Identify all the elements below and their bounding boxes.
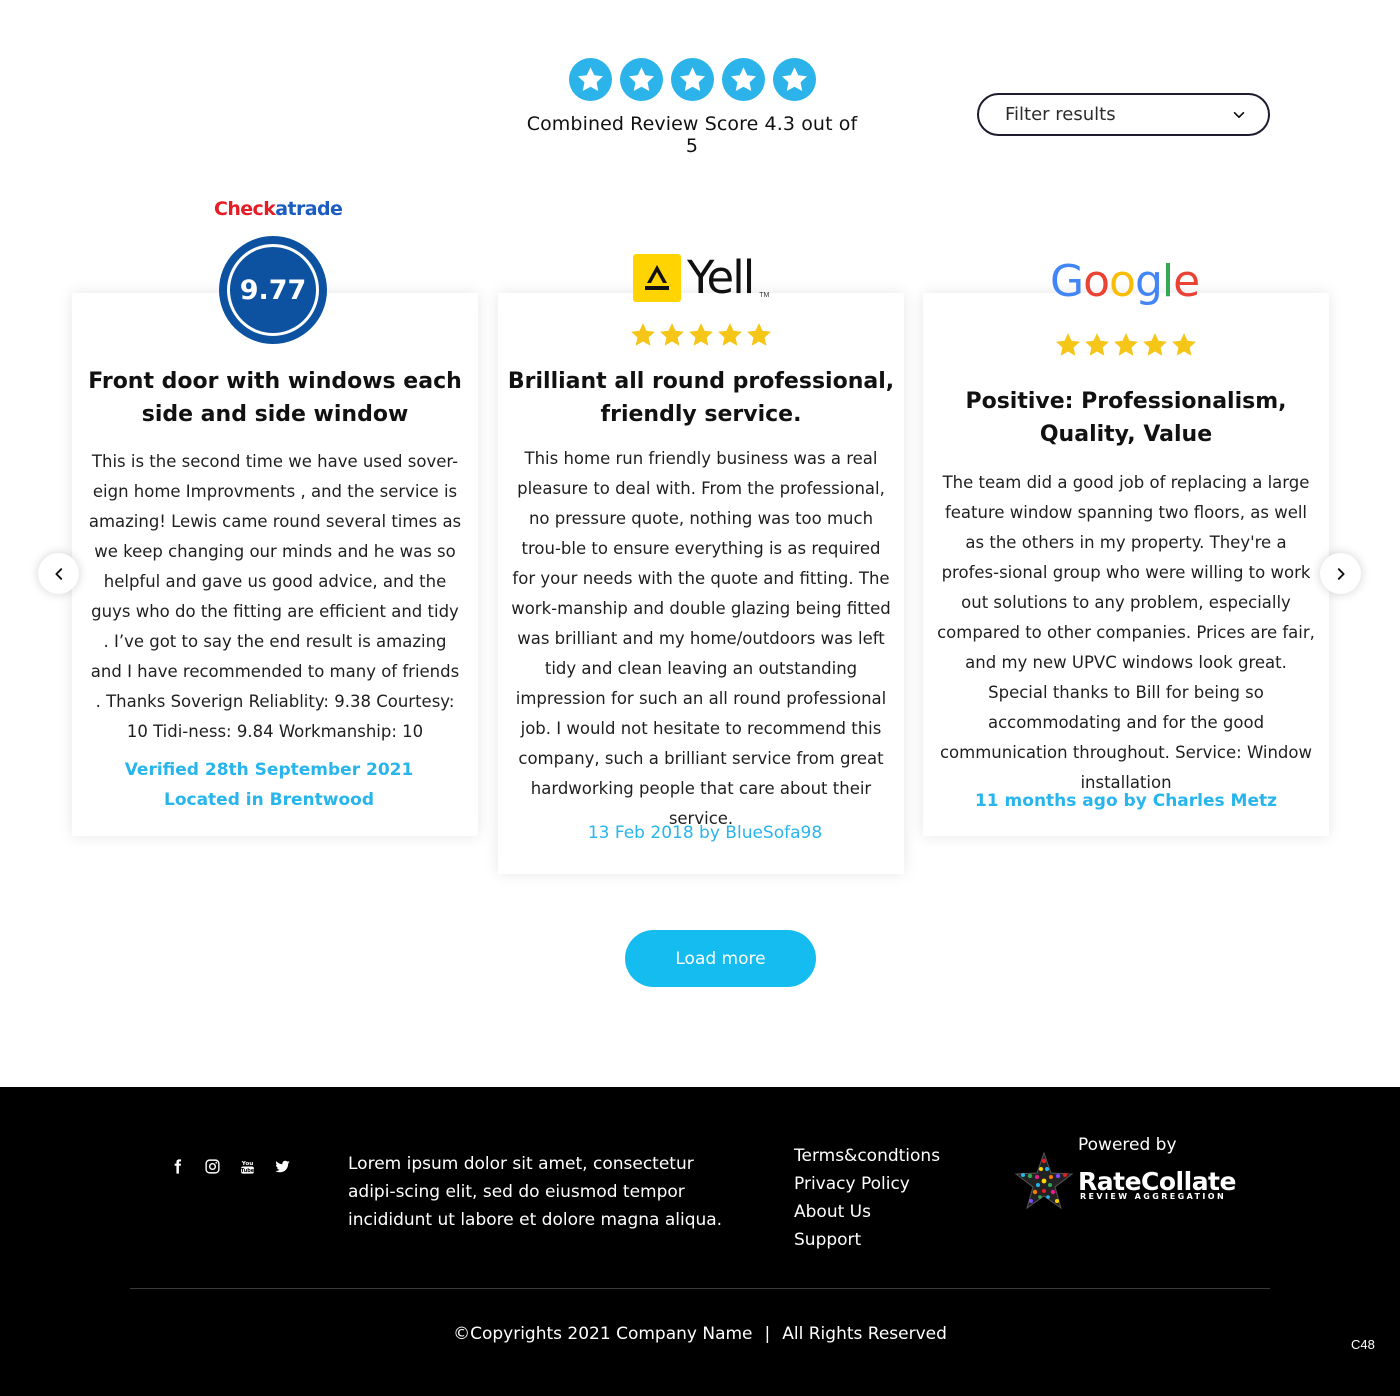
ratecollate-star-icon	[1014, 1151, 1074, 1210]
footer-divider	[130, 1288, 1270, 1289]
footer-description: Lorem ipsum dolor sit amet, consectetur …	[348, 1154, 723, 1230]
ratecollate-logo[interactable]: RateCollate REVIEW AGGREGATION	[1010, 1147, 1250, 1217]
social-links: You Tube	[168, 1157, 291, 1175]
footer-link-terms[interactable]: Terms&condtions	[794, 1142, 940, 1170]
review-meta: 11 months ago by Charles Metz	[974, 791, 1278, 811]
filter-results-dropdown[interactable]: Filter results	[977, 93, 1270, 136]
footer: You Tube Lorem ipsum dolor sit amet, cons…	[0, 1087, 1400, 1396]
yell-icon	[633, 254, 681, 302]
facebook-icon[interactable]	[168, 1157, 186, 1175]
star-icon	[1143, 333, 1167, 356]
footer-link-privacy[interactable]: Privacy Policy	[794, 1170, 940, 1198]
yell-logo: Yell TM	[633, 253, 769, 303]
twitter-icon[interactable]	[273, 1157, 291, 1175]
star-icon	[670, 58, 714, 101]
google-logo: Google	[1050, 256, 1200, 307]
checkatrade-rating-badge: 9.77	[219, 236, 327, 344]
review-stars	[923, 331, 1329, 359]
rights-text: All Rights Reserved	[782, 1324, 947, 1344]
copyright-text: ©Copyrights 2021 Company Name	[453, 1324, 753, 1344]
review-title: Brilliant all round professional, friend…	[507, 369, 895, 427]
combined-score: Combined Review Score 4.3 out of 5	[520, 58, 864, 157]
checkatrade-logo: Checkatrade	[214, 198, 343, 220]
review-title: Positive: Professionalism, Quality, Valu…	[965, 389, 1287, 447]
star-icon	[718, 323, 742, 346]
review-meta: 13 Feb 2018 by BlueSofa98	[587, 823, 823, 843]
instagram-icon[interactable]	[203, 1157, 221, 1175]
load-more-button[interactable]: Load more	[625, 930, 816, 987]
review-title: Front door with windows each side and si…	[88, 369, 462, 427]
star-icon	[689, 323, 713, 346]
footer-link-support[interactable]: Support	[794, 1226, 940, 1254]
review-card-checkatrade: Front door with windows each side and si…	[72, 293, 478, 836]
copyright-separator: |	[764, 1324, 771, 1344]
star-icon	[721, 58, 765, 101]
chevron-right-icon	[1337, 567, 1345, 580]
chevron-down-icon	[1233, 111, 1245, 118]
svg-text:You: You	[240, 1161, 253, 1167]
review-body: The team did a good job of replacing a l…	[937, 473, 1315, 792]
review-stars	[498, 321, 904, 349]
filter-results-label: Filter results	[1005, 104, 1116, 125]
ratecollate-tagline: REVIEW AGGREGATION	[1080, 1192, 1227, 1201]
star-icon	[1172, 333, 1196, 356]
carousel-next-button[interactable]	[1320, 553, 1361, 594]
star-icon	[568, 58, 612, 101]
star-icon	[660, 323, 684, 346]
star-icon	[1114, 333, 1138, 356]
combined-score-text: Combined Review Score 4.3 out of 5	[526, 113, 858, 157]
yell-wordmark: Yell	[687, 251, 755, 304]
review-meta: Verified 28th September 2021 Located in …	[72, 755, 466, 815]
review-card-google: Positive: Professionalism, Quality, Valu…	[923, 293, 1329, 836]
star-icon	[1085, 333, 1109, 356]
footer-link-about[interactable]: About Us	[794, 1198, 940, 1226]
copyright-bar: ©Copyrights 2021 Company Name | All Rights…	[0, 1324, 1400, 1344]
star-icon	[1056, 333, 1080, 356]
yell-trademark: TM	[759, 292, 770, 299]
checkatrade-rating: 9.77	[227, 244, 319, 336]
corner-code: C48	[1351, 1337, 1375, 1352]
star-icon	[619, 58, 663, 101]
chevron-left-icon	[54, 567, 62, 580]
star-icon	[772, 58, 816, 101]
carousel-prev-button[interactable]	[38, 553, 79, 594]
star-icon	[747, 323, 771, 346]
review-body: This is the second time we have used sov…	[88, 452, 462, 741]
footer-links: Terms&condtions Privacy Policy About Us …	[794, 1142, 940, 1254]
page: Combined Review Score 4.3 out of 5 Filte…	[0, 0, 1400, 1396]
review-location: Located in Brentwood	[164, 790, 374, 810]
score-stars	[520, 58, 864, 101]
review-verified-date: Verified 28th September 2021	[124, 760, 414, 780]
review-card-yell: Brilliant all round professional, friend…	[498, 293, 904, 874]
youtube-icon[interactable]: You Tube	[238, 1157, 256, 1175]
review-body: This home run friendly business was a re…	[511, 449, 891, 828]
star-icon	[631, 323, 655, 346]
svg-text:Tube: Tube	[240, 1168, 254, 1174]
